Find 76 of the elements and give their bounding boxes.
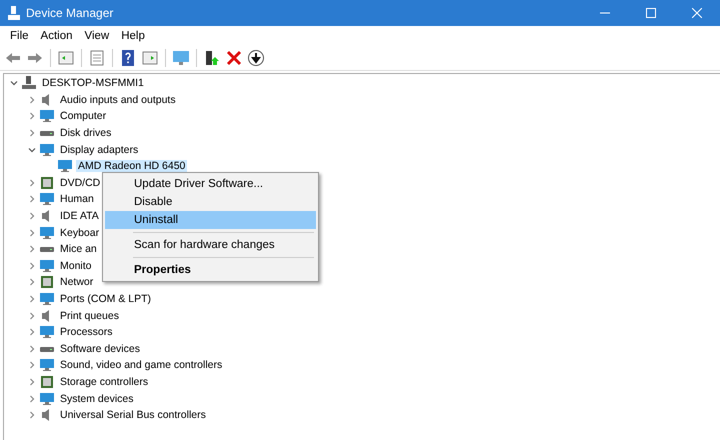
- tree-item[interactable]: Monito: [58, 260, 94, 272]
- menu-item[interactable]: Help: [115, 30, 151, 42]
- computer-icon: [21, 76, 37, 90]
- monitor-icon: [57, 159, 73, 174]
- menu-item[interactable]: View: [78, 30, 116, 42]
- monitor-icon: [39, 358, 55, 372]
- expand-chevron-icon[interactable]: [28, 195, 36, 204]
- expand-chevron-icon[interactable]: [28, 112, 36, 120]
- collapse-chevron-icon[interactable]: [10, 79, 18, 88]
- expand-chevron-icon[interactable]: [28, 129, 36, 138]
- context-menu-item[interactable]: Disable: [105, 193, 316, 211]
- tree-item[interactable]: Processors: [58, 326, 115, 338]
- tree-item[interactable]: System devices: [58, 392, 136, 405]
- app-icon: [8, 6, 20, 20]
- tree-item[interactable]: Computer: [58, 110, 108, 122]
- chip-icon: [39, 176, 55, 190]
- chip-icon: [39, 275, 55, 290]
- tree-item[interactable]: DESKTOP-MSFMMI1: [40, 77, 146, 90]
- monitor-icon[interactable]: [172, 49, 190, 67]
- context-menu-item[interactable]: Uninstall: [105, 211, 316, 229]
- help-icon[interactable]: [119, 49, 137, 67]
- panel-icon[interactable]: [57, 49, 75, 67]
- tree-item[interactable]: Networ: [58, 276, 96, 288]
- monitor-icon: [39, 226, 55, 240]
- monitor-icon: [39, 325, 55, 340]
- maximize-icon[interactable]: [646, 8, 656, 18]
- tree-item[interactable]: Mice an: [58, 243, 99, 256]
- expand-chevron-icon[interactable]: [28, 178, 36, 187]
- monitor-icon: [39, 292, 55, 306]
- monitor-icon: [39, 258, 55, 273]
- tree-item[interactable]: Disk drives: [58, 127, 114, 140]
- tree-item[interactable]: IDE ATA: [58, 210, 101, 222]
- properties-icon[interactable]: [88, 49, 106, 67]
- panel-icon[interactable]: [141, 49, 159, 67]
- update-driver-icon[interactable]: [203, 49, 221, 67]
- close-icon[interactable]: [692, 8, 702, 18]
- delete-icon[interactable]: [225, 49, 243, 67]
- expand-chevron-icon[interactable]: [28, 411, 36, 420]
- tree-item[interactable]: AMD Radeon HD 6450: [76, 160, 188, 172]
- expand-chevron-icon[interactable]: [28, 278, 36, 286]
- tree-item[interactable]: DVD/CD: [58, 176, 102, 189]
- expand-chevron-icon[interactable]: [28, 378, 36, 386]
- tree-item[interactable]: Ports (COM & LPT): [58, 293, 154, 306]
- menu-item[interactable]: Action: [34, 30, 78, 42]
- expand-chevron-icon[interactable]: [28, 328, 36, 336]
- expand-chevron-icon[interactable]: [28, 394, 36, 403]
- expand-chevron-icon[interactable]: [28, 96, 36, 104]
- expand-chevron-icon[interactable]: [28, 262, 36, 270]
- context-menu-item[interactable]: Properties: [105, 261, 316, 279]
- menu-item[interactable]: File: [4, 30, 35, 42]
- monitor-icon: [39, 142, 55, 157]
- monitor-icon: [39, 392, 55, 406]
- monitor-icon: [39, 109, 55, 124]
- expand-chevron-icon[interactable]: [28, 344, 36, 353]
- collapse-chevron-icon[interactable]: [28, 146, 36, 154]
- expand-chevron-icon[interactable]: [28, 295, 36, 304]
- tree-item[interactable]: Sound, video and game controllers: [58, 359, 224, 372]
- tree-item[interactable]: Human: [58, 193, 96, 206]
- tree-item[interactable]: Print queues: [58, 310, 121, 322]
- tree-item[interactable]: Universal Serial Bus controllers: [58, 409, 208, 422]
- tree-item[interactable]: Software devices: [58, 342, 142, 355]
- expand-chevron-icon[interactable]: [28, 212, 36, 220]
- tree-item[interactable]: Audio inputs and outputs: [58, 94, 178, 106]
- tree-item[interactable]: Keyboar: [58, 226, 102, 239]
- expand-chevron-icon[interactable]: [28, 312, 36, 320]
- expand-chevron-icon[interactable]: [28, 361, 36, 370]
- tree-item[interactable]: Storage controllers: [58, 376, 150, 388]
- window-title: Device Manager: [26, 6, 114, 20]
- monitor-icon: [39, 192, 55, 206]
- download-icon[interactable]: [247, 49, 265, 67]
- tree-item[interactable]: Display adapters: [58, 144, 140, 156]
- chip-icon: [39, 374, 55, 389]
- expand-chevron-icon[interactable]: [28, 245, 36, 254]
- expand-chevron-icon[interactable]: [28, 228, 36, 237]
- context-menu-item[interactable]: Scan for hardware changes: [105, 236, 316, 254]
- context-menu-item[interactable]: Update Driver Software...: [105, 175, 316, 193]
